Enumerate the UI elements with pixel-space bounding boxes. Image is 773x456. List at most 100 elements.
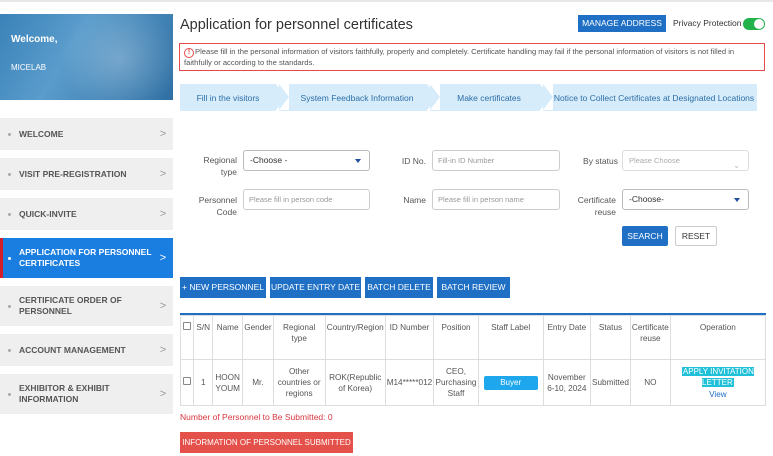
name-label: Name [403,195,426,205]
page-title: Application for personnel certificates [180,17,413,33]
column-header-regional-type: Regional type [272,315,326,360]
step-arrow [540,84,550,110]
regional-type-label: Regional type [203,155,237,177]
cell-regional-type: Other countries or regions [272,359,326,406]
cell-staff-label: Buyer [477,359,544,406]
bullet-icon [8,212,11,216]
cell-gender: Mr. [242,359,274,406]
manage-address-button[interactable]: MANAGE ADDRESS [578,15,666,32]
chevron-right-icon: > [159,208,167,220]
step-arrow [276,84,286,110]
sidebar-item-label: ACCOUNT MANAGEMENT [19,344,126,355]
step-label: Notice to Collect Certificates at Design… [553,92,755,103]
cell-id-number: M14*****012 [384,359,435,406]
bullet-icon [8,132,11,136]
bullet-icon [8,348,11,352]
sidebar-item-label: QUICK-INVITE [19,208,77,219]
batch-delete-button[interactable]: BATCH DELETE [365,277,433,298]
cell-position: CEO, Purchasing Staff [433,359,479,406]
bullet-icon [8,256,11,260]
chevron-right-icon: > [159,388,167,400]
chevron-down-icon: ⌄ [733,161,740,170]
sidebar-item-label: APPLICATION FOR PERSONNEL CERTIFICATES [19,247,152,268]
step-notice-collect: Notice to Collect Certificates at Design… [543,84,757,111]
column-header-gender: Gender [242,315,274,360]
welcome-card: Welcome, MICELAB [0,14,173,100]
sidebar-item-label: WELCOME [19,128,64,139]
cell-certificate-reuse: NO [629,359,671,406]
toggle-knob [754,19,764,29]
cell-status: Submitted [590,359,631,406]
welcome-title: Welcome, [11,34,58,45]
sidebar-item-quick-invite[interactable]: QUICK-INVITE > [0,198,173,230]
step-fill-in-visitors: Fill in the visitors [180,84,286,111]
sidebar-item-exhibitor-and-exhibit-information[interactable]: EXHIBITOR & EXHIBIT INFORMATION > [0,374,173,414]
step-label: Make certificates [457,92,521,103]
cell-operation: APPLY INVITATION LETTER View [669,359,767,406]
chevron-right-icon: > [159,128,167,140]
cell-name: HOON YOUM [212,359,244,406]
name-input[interactable]: Please fill in person name [432,189,560,210]
certificate-reuse-value: -Choose- [629,194,664,204]
sidebar-menu: WELCOME > VISIT PRE-REGISTRATION > QUICK… [0,118,173,422]
sidebar-item-certificate-order-of-personnel[interactable]: CERTIFICATE ORDER OF PERSONNEL > [0,286,173,326]
certificate-reuse-label: Certificate reuse [577,195,616,217]
status-placeholder: Please Choose [629,156,680,165]
personnel-code-label: Personnel Code [198,195,237,217]
privacy-protection-toggle[interactable] [743,18,765,30]
column-header-id-number: ID Number [384,315,435,360]
welcome-glow [60,14,173,100]
chevron-right-icon: > [159,300,167,312]
staff-label-badge: Buyer [483,375,538,390]
column-header-position: Position [433,315,479,360]
step-arrow [427,84,437,110]
column-header-name: Name [212,315,244,360]
certificate-reuse-select[interactable]: -Choose- [622,189,749,210]
personnel-table: S/N Name Gender Regional type Country/Re… [179,313,767,406]
bullet-icon [8,304,11,308]
table-header-row: S/N Name Gender Regional type Country/Re… [179,315,767,360]
sidebar-item-visit-pre-registration[interactable]: VISIT PRE-REGISTRATION > [0,158,173,190]
cell-country: ROK(Republic of Korea) [324,359,386,406]
view-link[interactable]: View [672,389,764,400]
column-header-country: Country/Region [324,315,386,360]
personnel-code-input[interactable]: Please fill in person code [243,189,370,210]
caret-down-icon [355,159,361,163]
sidebar-item-application-for-personnel-certificates[interactable]: APPLICATION FOR PERSONNEL CERTIFICATES > [0,238,173,278]
column-header-entry-date: Entry Date [542,315,592,360]
table-row: 1 HOON YOUM Mr. Other countries or regio… [179,359,767,406]
personnel-submitted-button[interactable]: INFORMATION OF PERSONNEL SUBMITTED [180,432,353,453]
submitted-count-text: Number of Personnel to Be Submitted: 0 [180,412,333,422]
bullet-icon [8,172,11,176]
column-header-staff-label: Staff Label [477,315,544,360]
chevron-right-icon: > [159,168,167,180]
column-header-status: Status [590,315,631,360]
warning-icon: ! [184,48,194,58]
regional-type-value: -Choose - [250,155,288,165]
sidebar-item-welcome[interactable]: WELCOME > [0,118,173,150]
id-number-input[interactable]: Fill-in ID Number [432,150,560,171]
status-select[interactable]: Please Choose ⌄ [622,150,749,171]
search-button[interactable]: SEARCH [622,226,668,246]
update-entry-date-button[interactable]: UPDATE ENTRY DATE [270,277,361,298]
batch-review-button[interactable]: BATCH REVIEW [437,277,510,298]
id-no-label: ID No. [401,156,426,166]
sidebar-item-label: VISIT PRE-REGISTRATION [19,168,127,179]
sidebar-item-account-management[interactable]: ACCOUNT MANAGEMENT > [0,334,173,366]
row-select-cell [179,359,195,406]
regional-type-select[interactable]: -Choose - [243,150,370,171]
reset-button[interactable]: RESET [675,226,717,246]
bullet-icon [8,392,11,396]
row-checkbox[interactable] [183,377,192,385]
sidebar-item-label: EXHIBITOR & EXHIBIT INFORMATION [19,383,110,404]
apply-invitation-letter-link[interactable]: APPLY INVITATION LETTER [681,366,754,387]
select-all-cell [179,315,195,360]
by-status-label: By status [583,156,618,166]
sidebar: Welcome, MICELAB WELCOME > VISIT PRE-REG… [0,0,173,456]
caret-down-icon [734,198,740,202]
new-personnel-button[interactable]: + NEW PERSONNEL [180,277,266,298]
cell-sn: 1 [193,359,214,406]
select-all-checkbox[interactable] [183,322,192,330]
step-system-feedback: System Feedback Information [279,84,437,111]
chevron-right-icon: > [159,252,167,264]
